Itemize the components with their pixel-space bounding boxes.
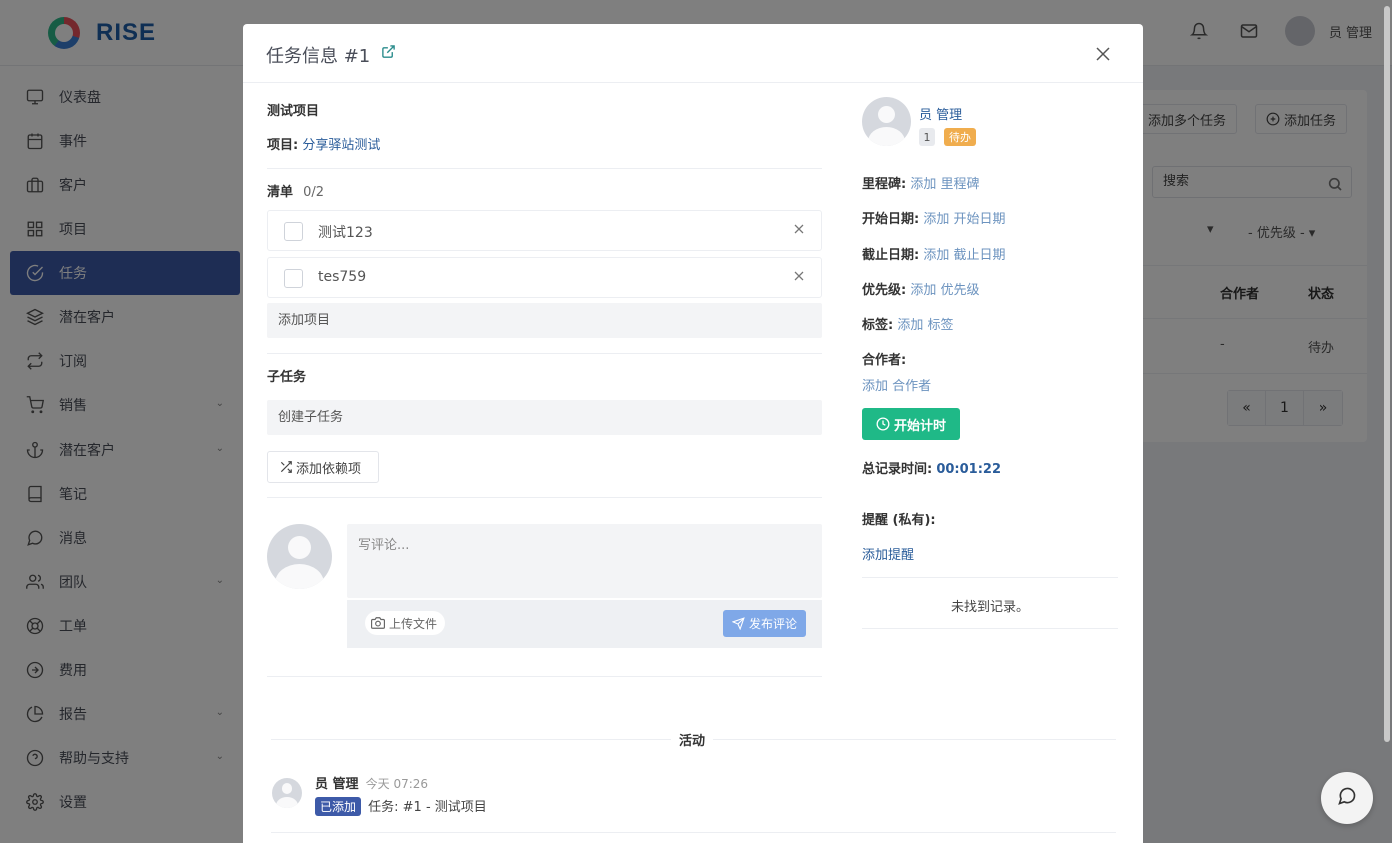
deadline-row: 截止日期: 添加 截止日期 <box>862 244 1005 263</box>
priority-row: 优先级: 添加 优先级 <box>862 279 979 298</box>
add-checklist-item-input[interactable]: 添加项目 <box>267 303 822 338</box>
checklist-checkbox[interactable] <box>284 222 303 241</box>
start-date-row: 开始日期: 添加 开始日期 <box>862 208 1005 227</box>
priority-label: 优先级: <box>862 283 907 298</box>
add-deadline-link[interactable]: 添加 截止日期 <box>923 248 1005 263</box>
send-icon <box>731 617 745 630</box>
comment-textarea[interactable]: 写评论... <box>347 524 822 598</box>
subtasks-label: 子任务 <box>267 370 307 385</box>
task-project: 项目: 分享驿站测试 <box>267 134 380 153</box>
close-icon[interactable] <box>1091 42 1115 66</box>
divider <box>267 497 822 498</box>
external-link-icon[interactable] <box>381 44 396 63</box>
add-collaborators-link[interactable]: 添加 合作者 <box>862 375 931 394</box>
added-badge: 已添加 <box>315 797 362 816</box>
camera-icon <box>371 616 385 630</box>
clock-icon <box>876 417 890 431</box>
delete-icon[interactable] <box>793 223 805 239</box>
chat-launcher[interactable] <box>1321 772 1373 824</box>
checklist-checkbox[interactable] <box>284 269 303 288</box>
modal-header: 任务信息 #1 <box>243 24 1143 83</box>
activity-user-avatar <box>272 778 302 808</box>
start-date-label: 开始日期: <box>862 212 920 227</box>
divider <box>862 628 1118 629</box>
checklist-label: 清单 <box>267 185 294 200</box>
add-dependency-label: 添加依赖项 <box>296 461 362 477</box>
divider <box>267 168 822 169</box>
add-start-date-link[interactable]: 添加 开始日期 <box>923 212 1005 227</box>
milestone-label: 里程碑: <box>862 177 907 192</box>
activity-entry-header: 员 管理 今天 07:26 <box>315 773 428 792</box>
commenter-avatar <box>267 524 332 589</box>
checklist-header: 清单 0/2 <box>267 181 324 200</box>
post-comment-label: 发布评论 <box>748 617 797 631</box>
add-labels-link[interactable]: 添加 标签 <box>897 318 953 333</box>
start-timer-label: 开始计时 <box>893 418 946 434</box>
checklist-item: 测试123 <box>267 210 822 251</box>
create-subtask-input[interactable]: 创建子任务 <box>267 400 822 435</box>
activity-text: 任务: #1 - 测试项目 <box>368 800 487 815</box>
assignee-avatar <box>862 97 911 146</box>
activity-label: 活动 <box>671 730 714 749</box>
no-records-text: 未找到记录。 <box>950 600 1029 615</box>
project-link[interactable]: 分享驿站测试 <box>302 138 380 153</box>
total-time-value[interactable]: 00:01:22 <box>936 462 1001 477</box>
divider <box>267 353 822 354</box>
deadline-label: 截止日期: <box>862 248 920 263</box>
task-info-modal: 任务信息 #1 测试项目 项目: 分享驿站测试 清单 0/2 测试123 tes… <box>243 24 1143 843</box>
upload-file-button[interactable]: 上传文件 <box>365 611 446 635</box>
comment-toolbar: 上传文件 发布评论 <box>347 600 822 648</box>
labels-row: 标签: 添加 标签 <box>862 314 953 333</box>
comment-placeholder: 写评论... <box>358 538 410 553</box>
divider <box>862 577 1118 578</box>
activity-user[interactable]: 员 管理 <box>315 777 359 792</box>
add-milestone-link[interactable]: 添加 里程碑 <box>910 177 979 192</box>
post-comment-button[interactable]: 发布评论 <box>723 610 806 637</box>
assignee-name[interactable]: 员 管理 <box>919 104 962 123</box>
task-title: 测试项目 <box>267 104 320 119</box>
delete-icon[interactable] <box>793 270 805 286</box>
milestone-row: 里程碑: 添加 里程碑 <box>862 173 979 192</box>
add-priority-link[interactable]: 添加 优先级 <box>910 283 979 298</box>
total-time-label: 总记录时间: <box>862 462 933 477</box>
checklist-item-text[interactable]: tes759 <box>318 269 366 285</box>
divider <box>271 832 1116 833</box>
task-number-pill: 1 <box>919 128 935 146</box>
add-dependency-button[interactable]: 添加依赖项 <box>267 451 379 483</box>
activity-entry-body: 已添加 任务: #1 - 测试项目 <box>315 796 487 816</box>
checklist-progress: 0/2 <box>303 185 325 200</box>
reminder-label: 提醒 (私有): <box>862 513 936 528</box>
checklist-item-text[interactable]: 测试123 <box>318 222 373 242</box>
collaborators-label: 合作者: <box>862 353 907 368</box>
checklist-item: tes759 <box>267 257 822 298</box>
add-reminder-link[interactable]: 添加提醒 <box>862 544 914 563</box>
upload-file-label: 上传文件 <box>389 616 438 631</box>
modal-title: 任务信息 #1 <box>266 46 371 67</box>
total-time-row: 总记录时间: 00:01:22 <box>862 458 1001 477</box>
page-scrollbar[interactable] <box>1384 6 1390 742</box>
start-timer-button[interactable]: 开始计时 <box>862 408 960 440</box>
activity-time: 今天 07:26 <box>365 777 429 791</box>
status-badge[interactable]: 待办 <box>944 128 976 146</box>
project-label: 项目: <box>267 138 299 153</box>
chat-icon <box>1337 786 1357 810</box>
divider <box>267 676 822 677</box>
labels-label: 标签: <box>862 318 894 333</box>
shuffle-icon <box>279 460 293 474</box>
